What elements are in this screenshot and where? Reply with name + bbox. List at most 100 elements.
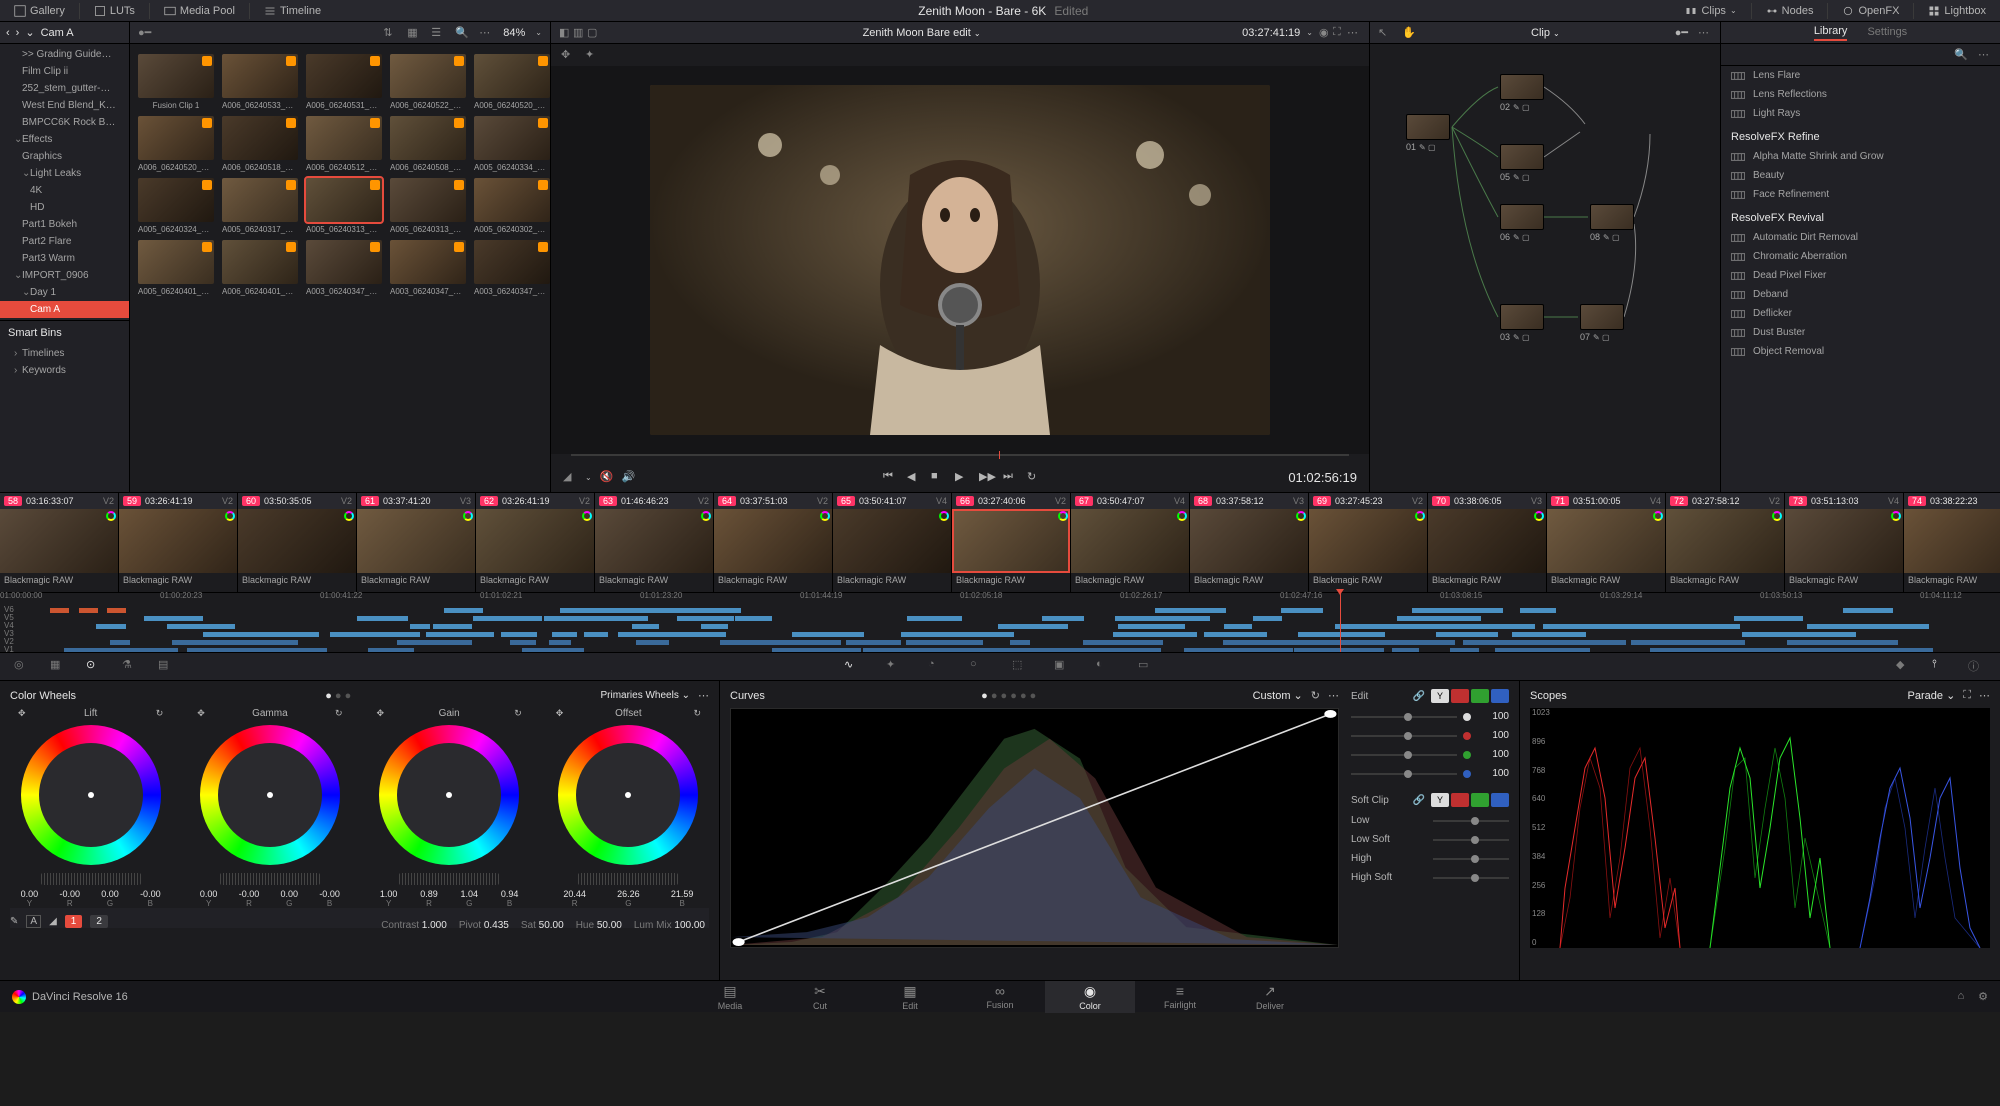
node-06[interactable] [1500, 204, 1544, 230]
tree-item[interactable]: Graphics [0, 148, 129, 165]
page-2[interactable]: 2 [90, 915, 108, 928]
clip-thumbnail[interactable]: A003_06240347_C… [306, 240, 382, 296]
thumbnail-timeline[interactable]: 5803:16:33:07V2Blackmagic RAW5903:26:41:… [0, 492, 2000, 592]
filmstrip-clip[interactable]: 5903:26:41:19V2Blackmagic RAW [119, 493, 238, 592]
intensity-value[interactable]: 100 [1477, 768, 1509, 779]
softclip-slider[interactable] [1433, 820, 1509, 822]
picker-icon[interactable]: ✥ [377, 708, 385, 719]
softclip-slider[interactable] [1433, 858, 1509, 860]
info-icon[interactable]: ⓘ [1968, 658, 1986, 676]
page-1[interactable]: 1 [65, 915, 83, 928]
mini-timeline[interactable]: 01:00:00:0001:00:20:2301:00:41:2201:01:0… [0, 592, 2000, 652]
node-02[interactable] [1500, 74, 1544, 100]
filmstrip-clip[interactable]: 6503:50:41:07V4Blackmagic RAW [833, 493, 952, 592]
more-icon[interactable]: ⋯ [1347, 26, 1361, 40]
chan-r[interactable] [1451, 793, 1469, 807]
link-icon[interactable]: 🔗 [1413, 795, 1425, 806]
chan-g[interactable] [1471, 793, 1489, 807]
clip-thumbnail[interactable]: A006_06240520_C… [474, 54, 550, 110]
chan-b[interactable] [1491, 689, 1509, 703]
wheels-mode-dropdown[interactable]: Primaries Wheels [600, 690, 678, 701]
clip-thumbnail[interactable]: A006_06240508_C… [390, 116, 466, 172]
expand-icon[interactable]: ⛶ [1333, 26, 1347, 40]
grid-view-icon[interactable]: ▦ [407, 26, 421, 40]
tree-item[interactable]: 252_stem_gutter-… [0, 80, 129, 97]
smart-bin-item[interactable]: ›Keywords [0, 362, 129, 379]
openfx-toggle[interactable]: OpenFX [1836, 3, 1905, 19]
clip-thumbnail[interactable]: A006_06240512_C… [306, 116, 382, 172]
color-wheels-icon[interactable]: ⊙ [86, 658, 104, 676]
picker-icon[interactable]: ✥ [197, 708, 205, 719]
lightbox-toggle[interactable]: Lightbox [1922, 3, 1992, 19]
mute-icon[interactable]: 🔊 [622, 470, 636, 484]
color-wheel[interactable] [21, 725, 161, 865]
clip-thumbnail[interactable]: A005_06240302_C… [474, 178, 550, 234]
adjust-lum mix[interactable]: Lum Mix 100.00 [634, 920, 705, 931]
page-edit[interactable]: ▦Edit [865, 981, 955, 1013]
openfx-overlay-icon[interactable]: ✦ [585, 48, 599, 62]
pick-black-icon[interactable]: ◢ [49, 916, 57, 927]
filmstrip-clip[interactable]: 7003:38:06:05V3Blackmagic RAW [1428, 493, 1547, 592]
warper-icon[interactable]: ✦ [886, 658, 904, 676]
blur-icon[interactable]: ◐ [1096, 658, 1114, 676]
window-icon[interactable]: ○ [970, 658, 988, 676]
chan-b[interactable] [1491, 793, 1509, 807]
settings-tab[interactable]: Settings [1867, 26, 1907, 40]
intensity-value[interactable]: 100 [1477, 711, 1509, 722]
running-timecode[interactable]: 01:02:56:19 [1288, 470, 1357, 485]
expand-icon[interactable]: ⛶ [1963, 689, 1971, 702]
scope-mode-dropdown[interactable]: Parade [1908, 690, 1943, 702]
adjust-contrast[interactable]: Contrast 1.000 [381, 920, 447, 931]
filmstrip-clip[interactable]: 6403:37:51:03V2Blackmagic RAW [714, 493, 833, 592]
fx-item[interactable]: Deflicker [1721, 304, 2000, 323]
filmstrip-clip[interactable]: 6301:46:46:23V2Blackmagic RAW [595, 493, 714, 592]
tree-item[interactable]: BMPCC6K Rock B… [0, 114, 129, 131]
adjust-sat[interactable]: Sat 50.00 [521, 920, 564, 931]
fx-item[interactable]: Lens Flare [1721, 66, 2000, 85]
master-wheel[interactable] [220, 873, 320, 885]
color-wheel[interactable] [558, 725, 698, 865]
fx-item[interactable]: Light Rays [1721, 104, 2000, 123]
bypass-icon[interactable]: ◉ [1319, 26, 1333, 40]
tree-item[interactable]: West End Blend_K… [0, 97, 129, 114]
timeline-toggle[interactable]: Timeline [258, 3, 327, 19]
clip-thumbnail[interactable]: A003_06240347_C… [390, 240, 466, 296]
split-icon[interactable]: ▥ [573, 26, 587, 40]
keyframe-icon[interactable]: ◆ [1896, 658, 1914, 676]
clip-thumbnail[interactable]: A006_06240533_C… [222, 54, 298, 110]
master-wheel[interactable] [41, 873, 141, 885]
picker-icon[interactable]: ◢ [563, 470, 577, 484]
first-frame-button[interactable]: ⏮ [883, 470, 897, 484]
intensity-slider[interactable] [1351, 735, 1457, 737]
filmstrip-clip[interactable]: 7103:51:00:05V4Blackmagic RAW [1547, 493, 1666, 592]
clip-thumbnail[interactable]: A006_06240401_C… [222, 240, 298, 296]
viewer-monitor[interactable] [650, 85, 1270, 435]
settings-icon[interactable]: ⚙ [1978, 990, 1988, 1003]
clip-thumbnail[interactable]: A005_06240313_C… [390, 178, 466, 234]
clip-thumbnail[interactable]: A005_06240401_C… [138, 240, 214, 296]
filmstrip-clip[interactable]: 5803:16:33:07V2Blackmagic RAW [0, 493, 119, 592]
color-match-icon[interactable]: ▦ [50, 658, 68, 676]
more-icon[interactable]: ⋯ [698, 689, 709, 702]
fx-item[interactable]: Deband [1721, 285, 2000, 304]
filmstrip-clip[interactable]: 6903:27:45:23V2Blackmagic RAW [1309, 493, 1428, 592]
filmstrip-clip[interactable]: 6203:26:41:19V2Blackmagic RAW [476, 493, 595, 592]
color-wheel[interactable] [379, 725, 519, 865]
fx-item[interactable]: Dead Pixel Fixer [1721, 266, 2000, 285]
qualifier-icon[interactable]: ✥ [561, 48, 575, 62]
back-icon[interactable]: ‹ [6, 27, 10, 39]
clip-thumbnail[interactable]: A005_06240313_C… [306, 178, 382, 234]
more-icon[interactable]: ⋯ [479, 26, 493, 40]
picker-icon[interactable]: ✥ [18, 708, 26, 719]
curve-editor[interactable] [730, 708, 1339, 948]
clip-thumbnail[interactable]: A005_06240317_C… [222, 178, 298, 234]
tree-item[interactable]: >> Grading Guide… [0, 46, 129, 63]
timeline-name[interactable]: Zenith Moon Bare edit [863, 27, 971, 39]
curves-icon[interactable]: ∿ [844, 658, 862, 676]
clips-toggle[interactable]: Clips⌄ [1679, 3, 1742, 19]
filmstrip-clip[interactable]: 7203:27:58:12V2Blackmagic RAW [1666, 493, 1785, 592]
reset-icon[interactable]: ↻ [514, 708, 522, 719]
clip-thumbnail[interactable]: A006_06240522_C… [390, 54, 466, 110]
zoom-level[interactable]: 84% [503, 27, 525, 39]
search-icon[interactable]: 🔍 [1954, 48, 1968, 62]
